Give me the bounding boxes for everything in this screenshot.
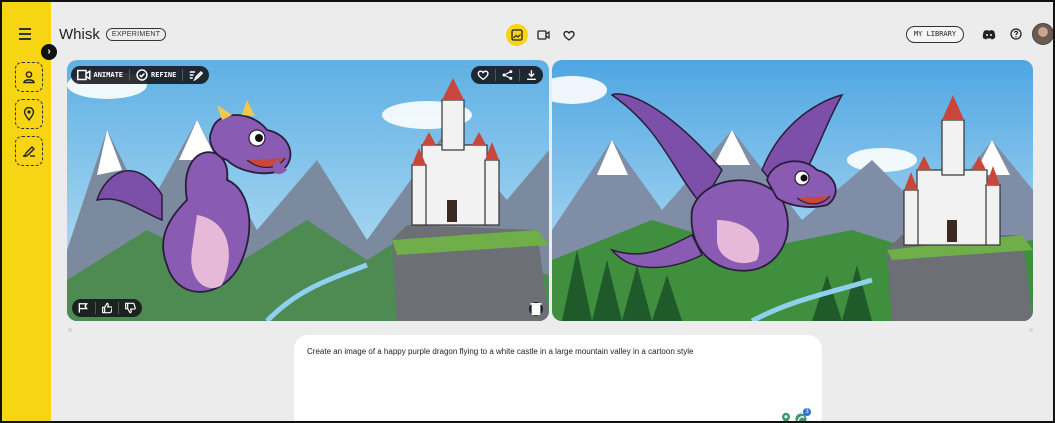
video-icon <box>536 30 550 40</box>
menu-icon <box>19 28 31 30</box>
brand: Whisk EXPERIMENT <box>59 26 167 43</box>
image-icon <box>511 29 523 41</box>
discord-button[interactable] <box>980 25 998 43</box>
mode-toolbar <box>506 23 580 47</box>
prompt-text[interactable]: Create an image of a happy purple dragon… <box>307 347 807 356</box>
trash-icon <box>530 303 542 316</box>
heart-icon <box>477 70 489 81</box>
video-mode-button[interactable] <box>532 24 554 46</box>
edit-prompt-button[interactable] <box>183 69 209 81</box>
share-icon <box>502 70 513 80</box>
animate-label: ANIMATE <box>93 71 124 79</box>
discord-icon <box>982 29 996 39</box>
experiment-badge: EXPERIMENT <box>105 28 167 41</box>
brush-icon <box>22 146 35 157</box>
refine-label: REFINE <box>151 71 177 79</box>
favorite-button[interactable] <box>471 69 497 81</box>
dragon-castle-illustration <box>552 60 1033 321</box>
style-slot[interactable] <box>15 136 43 166</box>
subject-slot[interactable] <box>15 62 43 92</box>
scroll-indicator-right <box>1029 328 1033 332</box>
animate-button[interactable]: ANIMATE <box>71 69 131 81</box>
thumbs-down-button[interactable] <box>119 302 142 314</box>
favorites-button[interactable] <box>558 24 580 46</box>
my-library-button[interactable]: MY LIBRARY <box>906 26 964 43</box>
top-bar: Whisk EXPERIMENT MY LIBRARY <box>51 2 1053 60</box>
delete-button[interactable] <box>529 302 543 316</box>
app-title: Whisk <box>59 26 100 43</box>
help-icon <box>1010 28 1022 40</box>
prompt-input-icons: 3 <box>780 408 811 423</box>
refine-button[interactable]: REFINE <box>130 69 184 81</box>
thumbs-up-button[interactable] <box>96 302 120 314</box>
image-action-bar: ANIMATE REFINE <box>71 66 209 84</box>
image-mode-button[interactable] <box>506 24 528 46</box>
generated-image-1[interactable]: ANIMATE REFINE <box>67 60 549 321</box>
download-button[interactable] <box>520 69 543 81</box>
location-pin-icon <box>23 107 35 121</box>
user-avatar[interactable] <box>1032 23 1053 45</box>
video-icon <box>77 69 91 81</box>
add-reference-button[interactable]: 3 <box>795 408 811 421</box>
download-icon <box>527 70 536 81</box>
dragon-castle-illustration <box>67 60 549 321</box>
prompt-panel[interactable]: Create an image of a happy purple dragon… <box>294 335 822 423</box>
report-button[interactable] <box>72 302 96 314</box>
image-top-actions <box>471 66 543 84</box>
feedback-bar <box>72 299 142 317</box>
refine-icon <box>136 69 148 81</box>
expand-sidebar-button[interactable]: › <box>41 44 57 60</box>
person-icon <box>23 71 35 84</box>
heart-icon <box>563 30 575 41</box>
sidebar <box>2 2 51 421</box>
location-pin-icon[interactable] <box>780 412 792 423</box>
edit-icon <box>190 70 203 81</box>
thumbs-up-icon <box>101 302 113 314</box>
app-window: › Whisk EXPERIMENT MY LIBRARY ANIMATE RE… <box>0 0 1055 423</box>
generated-image-2[interactable] <box>552 60 1033 321</box>
help-button[interactable] <box>1007 25 1025 43</box>
reference-count-badge: 3 <box>803 408 811 416</box>
thumbs-down-icon <box>125 302 137 314</box>
scene-slot[interactable] <box>15 99 43 129</box>
scroll-indicator-left <box>68 328 72 332</box>
flag-icon <box>78 303 88 313</box>
share-button[interactable] <box>496 69 521 81</box>
menu-button[interactable] <box>14 28 36 42</box>
